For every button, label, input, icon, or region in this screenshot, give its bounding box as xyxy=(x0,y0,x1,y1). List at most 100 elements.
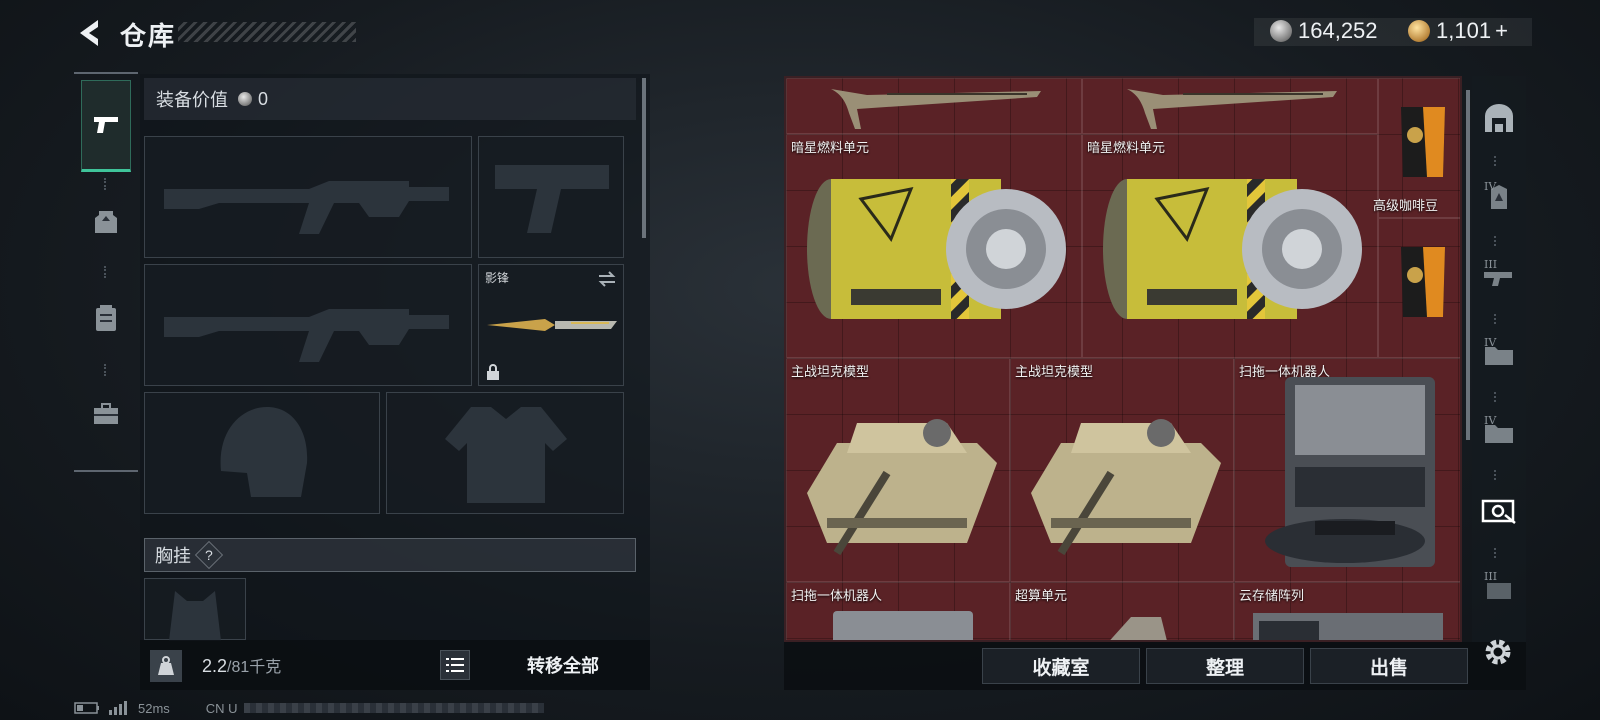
equipment-scrollbar[interactable] xyxy=(642,78,646,238)
stash-item-rifle-1[interactable] xyxy=(786,78,1082,134)
chest-rig-silhouette-icon xyxy=(169,591,221,641)
gold-coin-icon xyxy=(1408,20,1430,42)
rail-divider xyxy=(1494,392,1496,402)
robot-vacuum-icon xyxy=(833,611,973,640)
item-label: 超算单元 xyxy=(1015,588,1068,603)
helmet-slot[interactable] xyxy=(144,392,380,514)
rifle-silhouette-icon xyxy=(164,309,449,362)
weight-icon xyxy=(150,650,182,682)
stash-item-rifle-2[interactable] xyxy=(1082,78,1378,134)
armor-slot[interactable] xyxy=(386,392,624,514)
lock-icon xyxy=(487,364,499,380)
sell-button[interactable]: 出售 xyxy=(1310,648,1468,684)
nav-divider xyxy=(104,178,106,190)
ping-value: 52ms xyxy=(138,700,170,716)
server-region: CN U xyxy=(205,700,238,716)
stash-item-tank-model-2[interactable]: 主战坦克模型 xyxy=(1010,358,1234,582)
gold-amount: 1,101 xyxy=(1436,18,1492,43)
stash-item-robot-vacuum-1[interactable]: 扫拖一体机器人 xyxy=(1234,358,1460,582)
item-label: 主战坦克模型 xyxy=(791,364,870,379)
back-arrow-icon[interactable] xyxy=(74,16,108,50)
organize-button[interactable]: 整理 xyxy=(1146,648,1304,684)
nav-divider xyxy=(104,364,106,376)
primary-weapon-slot-2[interactable] xyxy=(144,264,472,386)
left-nav xyxy=(74,72,138,472)
rifle-icon xyxy=(831,89,1041,129)
stash-item-tank-model-1[interactable]: 主战坦克模型 xyxy=(786,358,1010,582)
rifle-silhouette-icon xyxy=(164,181,449,234)
knife-icon xyxy=(487,319,617,331)
stash-item-cloud-storage[interactable]: 云存储阵列 xyxy=(1234,582,1460,640)
stash-item-fuel-cell-2[interactable]: 暗星燃料单元 xyxy=(1082,134,1378,358)
stash-tab-3[interactable]: III xyxy=(1476,246,1522,306)
settings-gear-icon[interactable] xyxy=(1480,634,1516,670)
primary-weapon-slot-1[interactable] xyxy=(144,136,472,258)
stash-tab-main[interactable] xyxy=(1476,88,1522,148)
fuel-cell-icon xyxy=(807,179,1066,319)
backpack-icon xyxy=(96,305,116,331)
inventory-footer: 2.2/81千克 转移全部 xyxy=(140,640,650,690)
vest-icon xyxy=(95,211,117,233)
rail-divider xyxy=(1494,156,1496,166)
stash-tab-4[interactable]: IV xyxy=(1476,324,1522,384)
stash-tabs: IV III IV IV III xyxy=(1472,76,1526,642)
equipment-value-header: 装备价值 0 xyxy=(144,78,636,120)
list-view-button[interactable] xyxy=(440,650,470,680)
pistol-silhouette-icon xyxy=(495,165,609,233)
rail-divider xyxy=(1494,548,1496,558)
gift-box-tab-icon xyxy=(1481,499,1516,524)
item-label: 暗星燃料单元 xyxy=(791,140,870,155)
item-label: 主战坦克模型 xyxy=(1015,364,1094,379)
stash-tab-6-selected[interactable] xyxy=(1476,480,1522,540)
battery-icon xyxy=(74,702,99,714)
stash-item-robot-vacuum-2[interactable]: 扫拖一体机器人 xyxy=(786,582,1010,640)
signal-icon xyxy=(109,701,127,715)
rail-divider xyxy=(1494,470,1496,480)
silver-currency: 164,252 xyxy=(1270,16,1378,46)
melee-weapon-slot[interactable]: 影锋 xyxy=(478,264,624,386)
swap-icon[interactable] xyxy=(597,271,617,287)
cloud-storage-icon xyxy=(1253,613,1443,640)
tank-model-icon xyxy=(807,419,997,556)
toolbox-icon xyxy=(94,403,118,424)
gold-currency[interactable]: 1,101 + xyxy=(1408,16,1508,46)
tank-model-icon xyxy=(1031,419,1221,556)
stash-item-coffee-1[interactable]: 高级咖啡豆 xyxy=(1373,78,1460,218)
help-icon[interactable]: ? xyxy=(194,540,224,570)
coffee-bag-icon xyxy=(1401,247,1445,317)
equipment-value-label: 装备价值 xyxy=(156,90,228,110)
equipment-value: 0 xyxy=(258,88,269,109)
rail-divider xyxy=(1494,314,1496,324)
collection-room-button[interactable]: 收藏室 xyxy=(982,648,1140,684)
chest-rig-header: 胸挂 ? xyxy=(144,538,636,572)
status-bar: 52ms CN U xyxy=(74,700,544,716)
fuel-cell-icon xyxy=(1103,179,1362,319)
chest-rig-slot[interactable] xyxy=(144,578,246,641)
carry-weight: 2.2/81千克 xyxy=(202,653,281,677)
stash-item-fuel-cell-1[interactable]: 暗星燃料单元 xyxy=(786,134,1082,358)
stash-tab-2[interactable]: IV xyxy=(1476,168,1522,228)
stash-scrollbar[interactable] xyxy=(1466,90,1470,440)
stash-item-supercomputer[interactable]: 超算单元 xyxy=(1010,582,1234,640)
nav-vest[interactable] xyxy=(82,198,130,246)
nav-toolbox[interactable] xyxy=(82,390,130,438)
stash-tab-5[interactable]: IV xyxy=(1476,402,1522,462)
pistol-icon xyxy=(94,117,118,133)
rail-divider xyxy=(1494,236,1496,246)
nav-backpack[interactable] xyxy=(82,294,130,342)
silver-coin-icon xyxy=(238,92,252,106)
warehouse-icon xyxy=(1485,104,1513,132)
secondary-weapon-slot[interactable] xyxy=(478,136,624,258)
item-label: 云存储阵列 xyxy=(1239,588,1305,603)
nav-divider xyxy=(104,266,106,278)
rifle-icon xyxy=(1127,89,1337,129)
page-title: 仓库 xyxy=(120,21,177,51)
add-gold-button[interactable]: + xyxy=(1495,18,1508,44)
redacted-text xyxy=(243,703,544,713)
item-label: 扫拖一体机器人 xyxy=(791,588,883,603)
transfer-all-button[interactable]: 转移全部 xyxy=(476,640,650,690)
stash-item-coffee-2[interactable] xyxy=(1378,218,1460,358)
stash-tab-7[interactable]: III xyxy=(1476,558,1522,618)
equipment-panel: 装备价值 0 影锋 胸挂 ? xyxy=(140,74,650,690)
nav-weapons[interactable] xyxy=(81,80,131,172)
